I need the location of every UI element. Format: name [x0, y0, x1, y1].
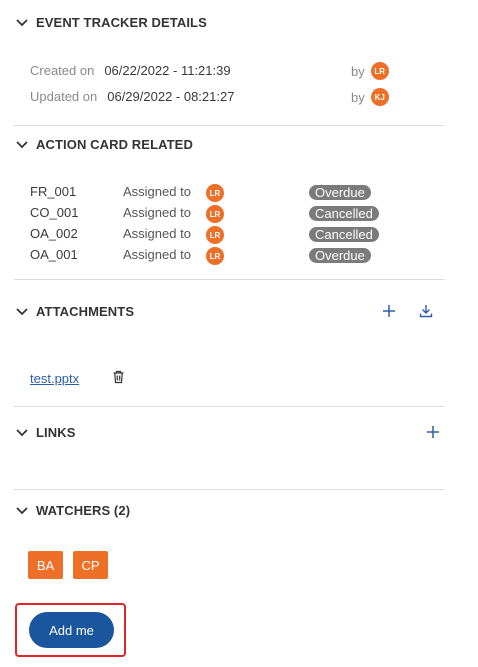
- chevron-down-icon: [16, 140, 28, 148]
- section-title: EVENT TRACKER DETAILS: [36, 15, 207, 30]
- watcher-avatar[interactable]: BA: [28, 551, 63, 579]
- avatar: LR: [206, 226, 224, 244]
- assigned-label: Assigned to: [123, 247, 191, 262]
- section-title: LINKS: [36, 425, 76, 440]
- watchers-header[interactable]: WATCHERS (2): [16, 503, 130, 518]
- updated-label: Updated on: [30, 89, 98, 104]
- links-header[interactable]: LINKS: [16, 425, 76, 440]
- attachments-header[interactable]: ATTACHMENTS: [16, 304, 134, 319]
- divider: [14, 489, 445, 490]
- watcher-avatar[interactable]: CP: [73, 551, 108, 579]
- action-card-code[interactable]: CO_001: [30, 205, 78, 220]
- avatar: LR: [206, 184, 224, 202]
- action-card-row[interactable]: FR_001 Assigned to LR Overdue: [30, 184, 430, 202]
- action-card-code[interactable]: OA_001: [30, 247, 78, 262]
- chevron-down-icon: [16, 428, 28, 436]
- created-value: 06/22/2022 - 11:21:39: [104, 63, 231, 78]
- add-me-button[interactable]: Add me: [29, 612, 114, 648]
- plus-icon[interactable]: [424, 423, 442, 441]
- avatar: KJ: [370, 88, 389, 106]
- status-badge: Cancelled: [309, 206, 379, 221]
- by-label: by: [351, 89, 365, 105]
- action-card-code[interactable]: OA_002: [30, 226, 78, 241]
- divider: [14, 125, 445, 126]
- updated-row: Updated on 06/29/2022 - 08:21:27: [30, 89, 234, 104]
- avatar: LR: [206, 205, 224, 223]
- chevron-down-icon: [16, 307, 28, 315]
- section-title: ACTION CARD RELATED: [36, 137, 193, 152]
- updated-by: by KJ: [351, 88, 389, 106]
- download-icon[interactable]: [417, 302, 435, 320]
- status-badge: Overdue: [309, 185, 371, 200]
- section-title: WATCHERS (2): [36, 503, 131, 518]
- action-card-row[interactable]: OA_001 Assigned to LR Overdue: [30, 247, 430, 265]
- avatar: LR: [206, 247, 224, 265]
- assigned-label: Assigned to: [123, 205, 191, 220]
- action-card-row[interactable]: CO_001 Assigned to LR Cancelled: [30, 205, 430, 223]
- status-badge: Overdue: [309, 248, 371, 263]
- divider: [14, 279, 445, 280]
- created-row: Created on 06/22/2022 - 11:21:39: [30, 63, 231, 78]
- divider: [14, 406, 445, 407]
- action-card-header[interactable]: ACTION CARD RELATED: [16, 137, 193, 152]
- assigned-label: Assigned to: [123, 184, 191, 199]
- chevron-down-icon: [16, 506, 28, 514]
- attachment-link[interactable]: test.pptx: [30, 371, 79, 386]
- trash-icon[interactable]: [109, 368, 127, 386]
- action-card-code[interactable]: FR_001: [30, 184, 76, 199]
- by-label: by: [351, 63, 365, 79]
- updated-value: 06/29/2022 - 08:21:27: [107, 89, 235, 104]
- event-tracker-header[interactable]: EVENT TRACKER DETAILS: [16, 15, 207, 30]
- avatar: LR: [370, 62, 389, 80]
- created-by: by LR: [351, 62, 389, 80]
- section-title: ATTACHMENTS: [36, 304, 135, 319]
- assigned-label: Assigned to: [123, 226, 191, 241]
- action-card-row[interactable]: OA_002 Assigned to LR Cancelled: [30, 226, 430, 244]
- status-badge: Cancelled: [309, 227, 379, 242]
- created-label: Created on: [30, 63, 95, 78]
- chevron-down-icon: [16, 18, 28, 26]
- plus-icon[interactable]: [380, 302, 398, 320]
